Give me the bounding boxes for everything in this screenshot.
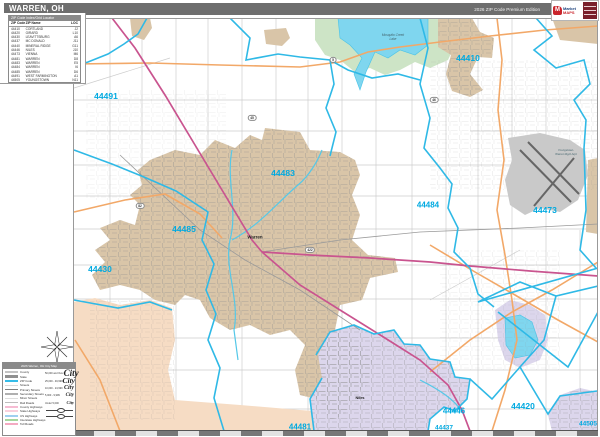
- map-neatline: [73, 430, 598, 436]
- city-size-sample: City: [66, 393, 74, 398]
- compass-rose-icon: [40, 330, 74, 364]
- legend-line-sample: [5, 393, 18, 394]
- map-title: WARREN, OH: [9, 4, 64, 13]
- zip-index-cell: 44505: [9, 78, 26, 82]
- legend-city-size-row: 25,000 - 49,999City: [45, 377, 74, 384]
- header-bar: WARREN, OH 2026 ZIP Code Premium Edition: [4, 3, 596, 15]
- city-size-label: 50,000 and Over: [45, 372, 64, 375]
- legend-line-sample: [5, 402, 18, 403]
- legend-city-size-row: 10,000 - 24,999City: [45, 385, 74, 392]
- city-size-sample: City: [67, 401, 75, 406]
- legend-line-sample: [5, 415, 18, 417]
- legend-city-size-row: 5,000 - 9,999 City: [45, 392, 74, 399]
- legend-city-sizes: 50,000 and OverCity25,000 - 49,999City10…: [45, 370, 74, 426]
- legend-line-items: CountyStateZIP CodeStreetsPrimary Street…: [5, 370, 45, 426]
- legend-scale-sample: [45, 408, 74, 413]
- city-size-sample: City: [63, 377, 76, 385]
- col-loc: LOC: [66, 21, 80, 26]
- legend-line-sample: [5, 406, 18, 408]
- logo-badge: [583, 2, 597, 19]
- legend-line-item: Toll Roads: [5, 422, 45, 426]
- col-zip-name: ZIP Name: [26, 21, 67, 26]
- zip-index-table: ZIP Code Index/Grid Locator ZIP Code ZIP…: [8, 15, 81, 83]
- legend-line-sample: [5, 380, 18, 382]
- scale-bar-marker: [57, 408, 65, 413]
- legend-line-sample: [5, 423, 18, 425]
- publisher-logo: M MarketMAPS: [551, 0, 599, 21]
- scale-bar-marker: [57, 414, 65, 419]
- map-canvas: [0, 0, 600, 437]
- map-poster: 4449144410444834448544484444734443044481…: [0, 0, 600, 437]
- legend-body: CountyStateZIP CodeStreetsPrimary Street…: [3, 369, 75, 426]
- col-zip-code: ZIP Code: [9, 21, 26, 26]
- edition-label: 2026 ZIP Code Premium Edition: [474, 7, 540, 12]
- zip-index-rows: 44410CORTLANDJ244420GIRARDL1044430LEAVIT…: [9, 27, 80, 83]
- logo-brand: MarketMAPS: [563, 7, 576, 15]
- legend-city-size-row: Under 5,000 City: [45, 400, 74, 407]
- city-size-label: 10,000 - 24,999: [45, 387, 63, 390]
- zip-index-row: 44505YOUNGSTOWNN11: [9, 78, 80, 82]
- zip-index-cell: YOUNGSTOWN: [26, 78, 67, 82]
- city-size-label: 5,000 - 9,999: [45, 394, 60, 397]
- legend-line-sample: [5, 375, 18, 378]
- legend-box: 2026 Warren, OH City Map CountyStateZIP …: [2, 362, 76, 436]
- legend-line-sample: [5, 385, 18, 386]
- legend-line-sample: [5, 419, 18, 422]
- legend-line-sample: [5, 410, 18, 412]
- legend-line-sample: [5, 398, 18, 399]
- legend-line-label: Toll Roads: [20, 422, 34, 426]
- legend-scale-sample: [45, 414, 74, 419]
- city-size-label: Under 5,000: [45, 402, 59, 405]
- logo-monogram-icon: M: [553, 6, 562, 15]
- legend-line-sample: [5, 389, 18, 391]
- legend-line-sample: [5, 371, 18, 374]
- city-size-sample: City: [64, 385, 74, 391]
- zip-index-cell: N11: [66, 78, 80, 82]
- city-size-label: 25,000 - 49,999: [45, 380, 63, 383]
